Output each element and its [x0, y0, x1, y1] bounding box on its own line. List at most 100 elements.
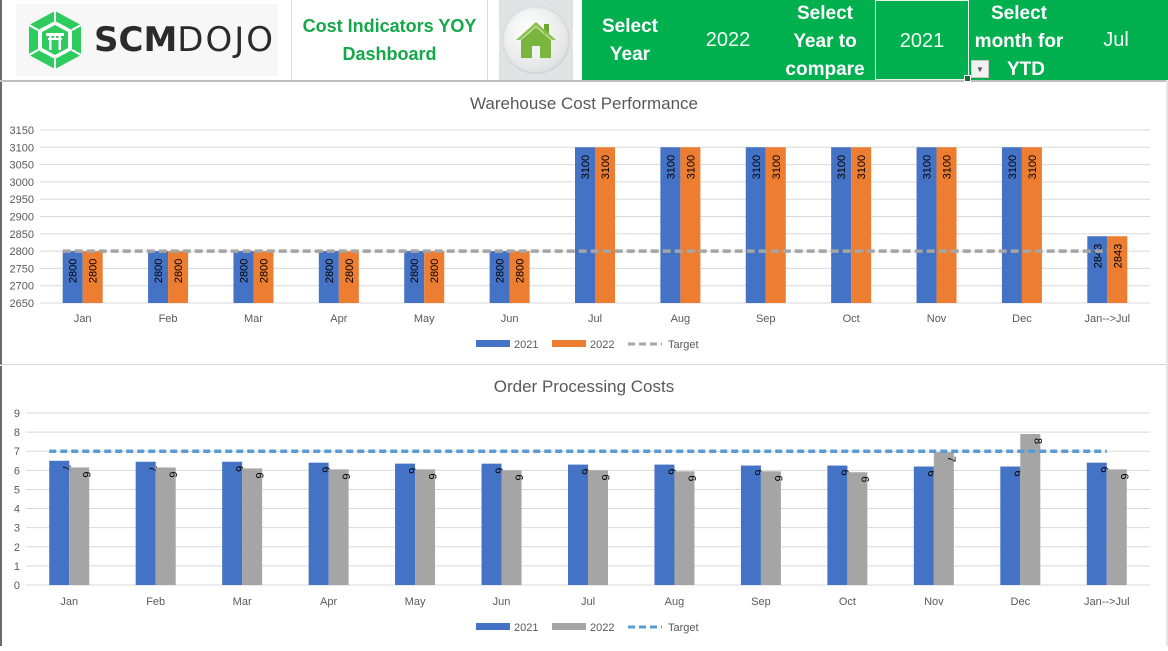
bar-2022 [415, 469, 436, 585]
data-label: 3100 [751, 155, 763, 179]
chart-title: Warehouse Cost Performance [470, 94, 698, 113]
data-label: 2800 [238, 259, 250, 283]
legend-label: 2022 [590, 622, 614, 634]
data-label: 2843 [1092, 244, 1104, 268]
home-button-circle[interactable] [502, 6, 570, 74]
x-tick-label: Jan [60, 596, 78, 608]
y-tick-label: 2900 [10, 212, 34, 224]
bar-2022 [1020, 434, 1041, 585]
data-label: 3100 [1007, 155, 1019, 179]
x-tick-label: Sep [751, 596, 771, 608]
data-label: 2800 [153, 259, 165, 283]
bar-2022 [933, 452, 954, 585]
logo-light-text: DOJO [177, 20, 276, 60]
ytd-month-value[interactable]: Jul [1072, 0, 1160, 80]
y-tick-label: 5 [14, 484, 20, 496]
order-processing-chart-panel[interactable]: Order Processing Costs 0 1 2 3 4 5 6 7 8 9 Jan 7 6 Feb… [0, 366, 1166, 646]
data-label: 6 [80, 471, 92, 477]
data-label: 3100 [665, 155, 677, 179]
data-label: 3100 [856, 155, 868, 179]
legend-swatch-2022 [552, 340, 586, 347]
legend-swatch-2022 [552, 623, 586, 630]
data-label: 6 [599, 474, 611, 480]
bar-2022 [155, 467, 176, 585]
x-tick-label: May [405, 596, 426, 608]
select-year-label-line1: Select [602, 16, 658, 37]
compare-label-line2: Year to [793, 31, 857, 52]
bar-2022 [674, 471, 695, 585]
title-line-1: Cost Indicators YOY [302, 16, 477, 36]
y-tick-label: 3100 [10, 142, 34, 154]
ytd-label-line2: month for [974, 31, 1064, 52]
warehouse-cost-chart: Warehouse Cost Performance 2650 2700 2750 28… [10, 94, 1150, 351]
data-label: 2800 [495, 259, 507, 283]
data-label: 2800 [173, 259, 185, 283]
data-label: 6 [167, 471, 179, 477]
bar-2021 [654, 464, 675, 585]
y-tick-label: 3150 [10, 125, 34, 137]
data-label: 7 [945, 456, 957, 462]
data-label: 6 [858, 476, 870, 482]
y-tick-label: 2750 [10, 263, 34, 275]
bar-2021 [135, 461, 156, 585]
y-tick-label: 7 [14, 446, 20, 458]
x-tick-label: Nov [924, 596, 944, 608]
bar-2021 [913, 466, 934, 585]
select-year-label: Select Year [590, 13, 670, 69]
compare-year-label: Select Year to compare [777, 0, 873, 84]
data-label: 6 [513, 474, 525, 480]
bar-2021 [568, 464, 588, 585]
compare-year-value[interactable]: 2021 [876, 1, 968, 81]
bar-2021 [222, 461, 243, 585]
x-tick-label: Mar [244, 313, 263, 325]
bar-2021 [308, 462, 329, 585]
chart-title: Order Processing Costs [494, 377, 674, 396]
data-label: 3100 [942, 155, 954, 179]
bar-2021 [49, 460, 70, 585]
y-tick-label: 8 [14, 427, 20, 439]
y-tick-label: 6 [14, 465, 20, 477]
warehouse-cost-chart-panel[interactable]: Warehouse Cost Performance 2650 2700 2750 28… [0, 82, 1166, 365]
selection-panel: Select Year 2022 Select Year to compare … [582, 0, 1168, 82]
home-button[interactable] [499, 0, 573, 80]
data-label: 6 [253, 472, 265, 478]
title-line-2: Dashboard [342, 44, 437, 64]
x-tick-label: Feb [146, 596, 165, 608]
legend-label: 2021 [514, 339, 538, 351]
y-tick-label: 0 [14, 580, 20, 592]
torii-hexagon-icon [28, 11, 82, 69]
compare-year-cell[interactable]: 2021 [875, 0, 971, 82]
logo-wordmark: SCMDOJO [94, 20, 275, 60]
y-tick-label: 2 [14, 542, 20, 554]
y-tick-label: 3050 [10, 160, 34, 172]
bar-2022 [1106, 469, 1127, 585]
bar-2022 [847, 472, 868, 585]
bar-2022 [501, 470, 522, 585]
bar-2022 [69, 467, 90, 585]
x-tick-label: Dec [1011, 596, 1031, 608]
data-label: 3100 [922, 155, 934, 179]
bar-2022 [588, 470, 608, 585]
legend-label: 2022 [590, 339, 614, 351]
x-tick-label: Apr [320, 596, 337, 608]
x-tick-label: Nov [927, 313, 947, 325]
data-label: 3100 [580, 155, 592, 179]
data-label: 2800 [429, 259, 441, 283]
bar-2021 [1086, 462, 1107, 585]
legend-swatch-2021 [476, 623, 510, 630]
y-tick-label: 2950 [10, 194, 34, 206]
data-label: 3100 [836, 155, 848, 179]
compare-label-line1: Select [797, 3, 853, 24]
bar-2021 [827, 465, 848, 585]
data-label: 6 [340, 473, 352, 479]
x-tick-label: Jun [501, 313, 519, 325]
logo-cell: SCMDOJO [0, 0, 290, 80]
bar-2022 [242, 468, 263, 585]
data-label: 3100 [771, 155, 783, 179]
x-tick-label: Jan-->Jul [1085, 313, 1131, 325]
x-tick-label: Oct [839, 596, 856, 608]
select-year-value[interactable]: 2022 [682, 0, 774, 80]
y-tick-label: 1 [14, 561, 20, 573]
fill-handle[interactable] [964, 75, 971, 82]
select-year-label-line2: Year [609, 44, 651, 65]
